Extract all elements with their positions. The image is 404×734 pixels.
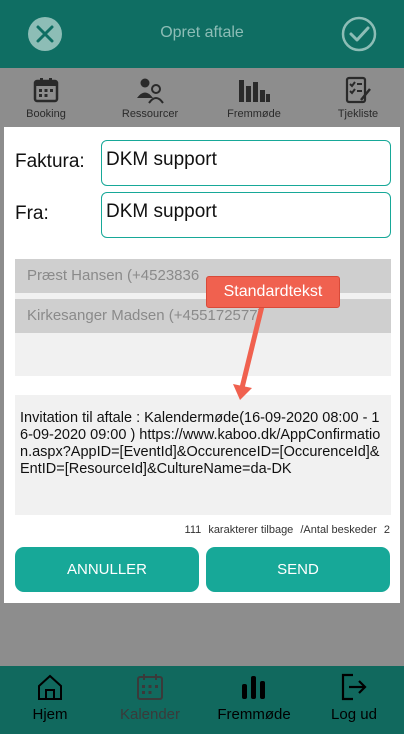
logout-icon — [341, 673, 367, 701]
nav-label: Kalender — [119, 706, 181, 723]
nav-item-log-ud[interactable]: Log ud — [304, 672, 404, 723]
nav-item-fremmode[interactable]: Fremmøde — [204, 672, 304, 723]
bar-chart-icon — [242, 676, 265, 699]
nav-item-hjem[interactable]: Hjem — [0, 672, 100, 723]
nav-label: Hjem — [32, 706, 68, 723]
home-icon — [38, 674, 62, 700]
nav-item-kalender[interactable]: Kalender — [100, 672, 200, 723]
nav-label: Fremmøde — [217, 706, 291, 723]
calendar-icon — [137, 674, 163, 700]
bottom-nav: Hjem Kalender Fremmøde Log ud — [0, 666, 404, 734]
annotation-label: Standardtekst — [206, 276, 340, 308]
nav-label: Log ud — [331, 706, 377, 723]
annotation-arrow — [233, 303, 265, 400]
